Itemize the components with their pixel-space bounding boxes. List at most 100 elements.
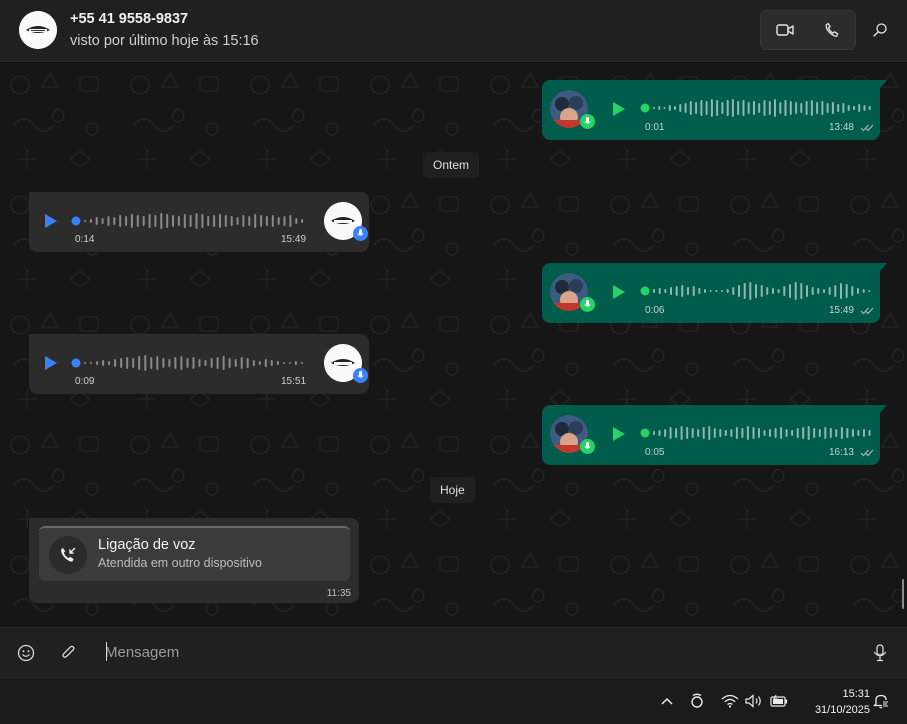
- waveform-bar: [828, 287, 831, 295]
- waveform-bar: [795, 102, 798, 114]
- waveform-bar: [172, 215, 174, 227]
- waveform-bar: [713, 428, 716, 438]
- waveform-bar: [704, 289, 706, 293]
- message-time: 16:13: [828, 447, 854, 458]
- waveform-bar: [663, 107, 666, 109]
- waveform-bar: [743, 283, 746, 299]
- system-clock[interactable]: 15:31 31/10/2025: [796, 686, 870, 718]
- scrollbar[interactable]: [902, 579, 904, 609]
- waveform[interactable]: [71, 211, 311, 231]
- battery-button[interactable]: [768, 690, 790, 712]
- volume-button[interactable]: [743, 690, 765, 712]
- waveform-bar: [95, 217, 98, 225]
- waveform-progress-dot[interactable]: [640, 286, 650, 296]
- waveform-bar: [783, 286, 786, 296]
- waveform-bar: [687, 287, 689, 295]
- waveform-bar: [301, 219, 304, 223]
- waveform-bar: [658, 430, 661, 436]
- waveform-bar: [752, 427, 755, 439]
- waveform-bar: [753, 101, 755, 115]
- message-composer: [0, 627, 907, 677]
- waveform-bar: [708, 426, 711, 440]
- waveform-bar: [168, 359, 171, 367]
- waveform-bar: [779, 102, 782, 114]
- waveform-bar: [166, 214, 169, 228]
- waveform-bar: [835, 429, 838, 437]
- waveform-bar: [829, 428, 832, 438]
- call-log-message[interactable]: Ligação de voz Atendida em outro disposi…: [29, 518, 359, 603]
- network-button[interactable]: [719, 690, 741, 712]
- sync-icon: [691, 693, 703, 708]
- waveform-progress-dot[interactable]: [71, 216, 81, 226]
- play-icon[interactable]: [44, 213, 58, 229]
- outgoing-voice-message[interactable]: 0:01 13:48: [542, 80, 887, 140]
- outgoing-voice-message[interactable]: 0:06 15:49: [542, 263, 887, 323]
- waveform-bar: [791, 430, 794, 436]
- waveform-bar: [813, 428, 816, 438]
- waveform-bar: [831, 102, 834, 114]
- waveform-bar: [192, 357, 195, 369]
- waveform-bar: [136, 215, 139, 227]
- notifications-button[interactable]: [870, 690, 892, 712]
- waveform-bar: [89, 219, 92, 223]
- contact-avatar[interactable]: [19, 11, 57, 49]
- waveform-bar: [724, 430, 727, 436]
- voice-call-button[interactable]: [808, 11, 855, 49]
- copilot-tray-button[interactable]: [686, 690, 708, 712]
- play-icon[interactable]: [44, 355, 58, 371]
- waveform-bar: [219, 214, 221, 228]
- waveform-bar: [857, 288, 859, 294]
- waveform-bar: [845, 284, 848, 298]
- call-title: Ligação de voz: [98, 537, 196, 553]
- waveform-bar: [222, 356, 225, 370]
- contact-name[interactable]: +55 41 9558-9837: [70, 11, 188, 27]
- message-input[interactable]: [105, 638, 845, 666]
- show-hidden-icons-button[interactable]: [656, 690, 678, 712]
- attach-button[interactable]: [57, 641, 81, 665]
- notification-bell-icon: [873, 694, 889, 709]
- waveform-progress-dot[interactable]: [71, 358, 81, 368]
- waveform-bar: [142, 216, 145, 226]
- incoming-voice-message[interactable]: 0:14 15:49: [29, 192, 369, 252]
- waveform[interactable]: [640, 281, 878, 301]
- video-call-button[interactable]: [761, 11, 808, 49]
- waveform[interactable]: [71, 353, 311, 373]
- waveform-bar: [664, 429, 667, 437]
- waveform-bar: [847, 105, 850, 111]
- waveform-bar: [698, 288, 701, 294]
- waveform[interactable]: [640, 423, 878, 443]
- call-card[interactable]: Ligação de voz Atendida em outro disposi…: [39, 526, 350, 581]
- waveform-bar: [288, 362, 291, 364]
- waveform-bar: [858, 104, 861, 112]
- voice-record-button[interactable]: [868, 641, 892, 665]
- voice-duration: 0:14: [75, 234, 95, 245]
- microphone-icon: [584, 117, 591, 124]
- waveform-bar: [755, 284, 757, 298]
- message-list[interactable]: 0:01 13:48 Ontem 0:14 15:49 0:06 15:49 0…: [0, 63, 907, 627]
- waveform[interactable]: [640, 98, 878, 118]
- outgoing-voice-message[interactable]: 0:05 16:13: [542, 405, 887, 465]
- waveform-bar: [679, 104, 682, 112]
- play-icon[interactable]: [612, 426, 626, 442]
- play-icon[interactable]: [612, 101, 626, 117]
- incoming-voice-message[interactable]: 0:09 15:51: [29, 334, 369, 394]
- search-button[interactable]: [866, 16, 894, 44]
- waveform-bar: [834, 285, 837, 297]
- emoji-button[interactable]: [14, 641, 38, 665]
- waveform-bar: [658, 106, 661, 110]
- waveform-bar: [826, 103, 829, 113]
- waveform-bar: [680, 426, 683, 440]
- waveform-progress-dot[interactable]: [640, 428, 650, 438]
- microphone-icon: [357, 229, 364, 236]
- waveform-bar: [760, 285, 763, 297]
- waveform-bar: [716, 100, 719, 116]
- waveform-progress-dot[interactable]: [640, 103, 650, 113]
- waveform-bar: [806, 285, 808, 297]
- waveform-bar: [857, 430, 860, 436]
- chevron-up-icon: [661, 697, 673, 705]
- waveform-bar: [242, 215, 245, 227]
- waveform-bar: [789, 284, 791, 298]
- waveform-bar: [102, 360, 105, 366]
- waveform-bar: [805, 101, 808, 115]
- play-icon[interactable]: [612, 284, 626, 300]
